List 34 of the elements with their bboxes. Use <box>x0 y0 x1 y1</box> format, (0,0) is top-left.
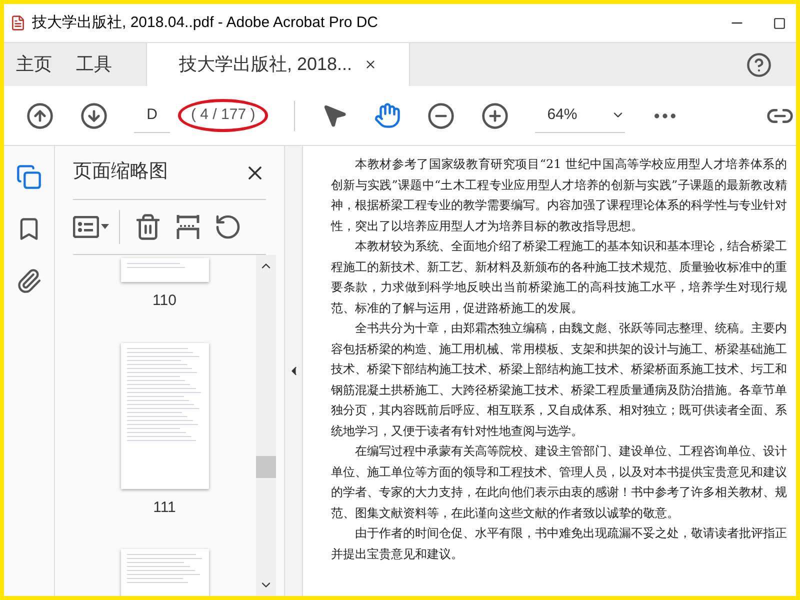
zoom-in-icon[interactable] <box>481 102 510 130</box>
help-icon[interactable] <box>746 52 772 78</box>
tab[interactable]: 技大学出版社, 2018... <box>146 43 410 86</box>
page-count: ( 4 / 177 ) <box>178 99 268 132</box>
page-number: 110 <box>152 291 176 311</box>
attachments-icon[interactable] <box>16 268 42 294</box>
delete-icon[interactable] <box>134 213 162 241</box>
paragraph: 全书共分为十章，由郑霜杰独立编稿，由魏文彪、张跃等同志整理、统稿。主要内容包括桥梁的构造、施工用机械、常用模板、支架和拱架的设计与施工、桥梁基础施工技术、桥梁下部结构施工技术、桥梁上部结构施工技术、桥梁桥面系施工技术、圬工和钢筋混凝土拱桥施工、大跨径桥梁施工技术、桥梁工程质量通病及防治措施。各章节单独分页，其内容既前后呼应、相互联系，又自成体系、相对独立；既可供读者全面、系统地学习，又便于读者有针对性地查阅与选学。 <box>331 320 787 440</box>
paragraph: 在编写过程中承蒙有关高等院校、建设主管部门、建设单位、工程咨询单位、设计单位、施工单位等方面的领导和工程技术、管理人员，以及对本书提供宝贵意见和建议的学者、专家的大力支持，在此向他们表示由衷的感谢！书中参考了许多相关教材、规范、图集文献资料等，在此谨向这些文献的作者致以诚挚的敬意。 <box>331 443 787 522</box>
options-menu-icon[interactable] <box>73 210 120 244</box>
page-number-field[interactable]: D <box>134 98 170 132</box>
paragraph: 本教材较为系统、全面地介绍了桥梁工程施工的基本知识和基本理论，结合桥梁工程施工的新技术、新工艺、新材料及新颁布的各种施工技术规范、质量验收标准中的重要条款，力求做到科学地反映出当前桥梁施工的高科技施工水平，培养学生对现行规范、标准的了解与运用，促进路桥施工的发展。 <box>331 238 787 316</box>
paragraph: 由于作者的时间仓促、水平有限，书中难免出现疏漏不妥之处，敬请读者批评指正并提出宝贵意见和建议。 <box>331 525 787 562</box>
tab[interactable]: 工具 <box>64 43 124 86</box>
scrollbar[interactable] <box>256 255 276 596</box>
close-tab-icon[interactable] <box>364 58 378 71</box>
page-thumbnail[interactable] <box>120 342 208 488</box>
scroll-thumb[interactable] <box>256 456 276 478</box>
rotate-icon[interactable] <box>214 213 242 241</box>
window-title: 技大学出版社, 2018.04..pdf - Adobe Acrobat Pro DC <box>32 12 378 33</box>
page-number: 111 <box>153 498 176 518</box>
next-page-icon[interactable] <box>80 102 108 130</box>
tab[interactable]: 主页 <box>4 43 64 86</box>
zoom-out-icon[interactable] <box>427 102 456 130</box>
previous-page-icon[interactable] <box>26 102 54 130</box>
page-thumbnail[interactable] <box>120 258 208 282</box>
pages-icon[interactable] <box>16 164 42 190</box>
hand-tool-icon[interactable] <box>374 102 402 129</box>
paragraph: 本教材参考了国家级教育研究项目“21 世纪中国高等学校应用型人才培养体系的创新与实践”课题中“土木工程专业应用型人才培养的创新与实践”子课题的最新教改精神，根据桥梁工程专业的教学需要编写。内容加强了课程理论体系的科学性与专业针对性，突出了以培养应用型人才为培养目标的教改指导思想。 <box>331 156 787 234</box>
insert-page-icon[interactable] <box>176 213 200 241</box>
panel-title: 页面缩略图 <box>73 160 168 184</box>
zoom-dropdown[interactable]: 64% <box>535 98 626 132</box>
pdf-file-icon <box>10 15 26 31</box>
maximize-icon[interactable] <box>773 16 786 30</box>
